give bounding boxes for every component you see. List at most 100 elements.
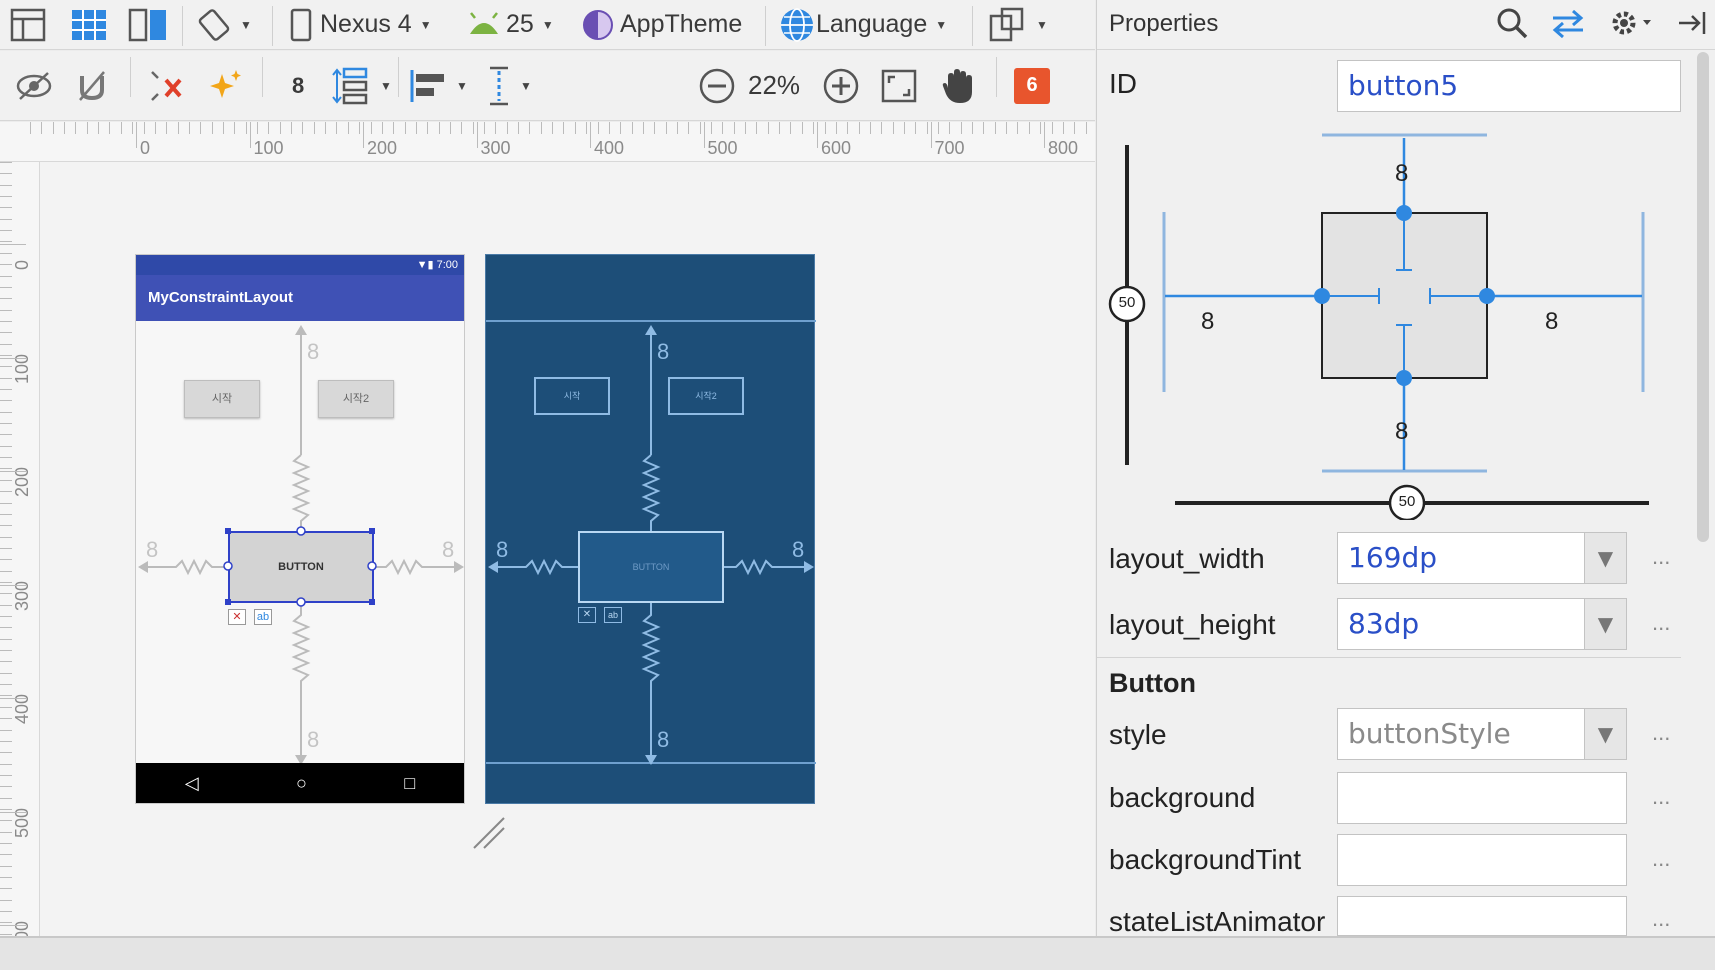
ruler-tick	[0, 584, 26, 586]
ruler-minor-tick	[0, 275, 12, 277]
zoom-in-icon	[823, 68, 859, 103]
ruler-minor-tick	[813, 122, 815, 134]
vertical-bias-value[interactable]: 50	[1114, 294, 1140, 311]
swap-view-icon[interactable]	[1549, 6, 1587, 48]
baseline-icon[interactable]: ab	[254, 609, 272, 625]
state-list-animator-more[interactable]: ...	[1652, 906, 1670, 932]
infer-constraints-button[interactable]	[204, 51, 244, 120]
dropdown-arrow-icon[interactable]: ▼	[1584, 533, 1626, 583]
state-list-animator-field[interactable]	[1337, 896, 1627, 936]
orientation-button[interactable]: ▼	[196, 0, 252, 49]
margin-top-value[interactable]: 8	[1395, 160, 1408, 188]
ruler-minor-tick	[983, 122, 985, 134]
start2-button[interactable]: 시작2	[318, 380, 394, 418]
layout-height-more[interactable]: ...	[1652, 610, 1670, 636]
ruler-minor-tick	[0, 389, 12, 390]
ruler-minor-tick	[745, 122, 747, 134]
style-dropdown[interactable]: buttonStyle ▼	[1337, 708, 1627, 760]
margin-right-value[interactable]: 8	[1545, 308, 1558, 336]
autoconnect-button[interactable]	[74, 51, 110, 120]
blueprint-view-icon[interactable]	[70, 0, 108, 49]
search-icon[interactable]	[1495, 6, 1529, 48]
api-level-selector[interactable]: 25 ▼	[466, 0, 554, 49]
default-margin-button[interactable]: 8	[292, 51, 304, 120]
background-tint-more[interactable]: ...	[1652, 846, 1670, 872]
constraint-inspector[interactable]	[1107, 120, 1667, 520]
gear-icon[interactable]	[1609, 6, 1653, 48]
style-more[interactable]: ...	[1652, 720, 1670, 746]
show-constraints-button[interactable]	[14, 51, 54, 120]
background-more[interactable]: ...	[1652, 784, 1670, 810]
blueprint-selected-button[interactable]: BUTTON	[578, 531, 724, 603]
ruler-minor-tick	[801, 122, 803, 134]
editor-toolbar-top: ▼ Nexus 4 ▼ 25 ▼ AppTheme Language ▼ ▼	[0, 0, 1095, 50]
align-button[interactable]: ▼	[408, 51, 468, 120]
clear-constraints-button[interactable]	[146, 51, 186, 120]
zoom-in-button[interactable]	[822, 51, 860, 120]
language-label: Language	[816, 10, 928, 38]
layout-width-dropdown[interactable]: 169dp ▼	[1337, 532, 1627, 584]
resize-handle-icon[interactable]	[470, 812, 510, 852]
pan-button[interactable]	[940, 51, 976, 120]
selected-button[interactable]: BUTTON	[228, 531, 374, 603]
toolbar-divider	[262, 57, 263, 97]
margin-bottom-value[interactable]: 8	[1395, 418, 1408, 446]
language-selector[interactable]: Language ▼	[778, 0, 947, 49]
blueprint-surface[interactable]: 시작 시작2 BUTTON 8 8 8 8 ✕ ab	[485, 254, 816, 804]
theme-selector[interactable]: AppTheme	[580, 0, 742, 49]
pack-button[interactable]: ▼	[332, 51, 392, 120]
ruler-minor-tick	[0, 922, 12, 924]
design-surface[interactable]: ▼▮ 7:00 MyConstraintLayout 시작 시작2 8 8 8 …	[135, 254, 465, 804]
layout-width-more[interactable]: ...	[1652, 544, 1670, 570]
ruler-minor-tick	[903, 122, 905, 134]
ruler-minor-tick	[0, 854, 12, 856]
issues-button[interactable]: 6	[1014, 51, 1050, 120]
dropdown-arrow-icon[interactable]: ▼	[1584, 599, 1626, 649]
margin-left-value[interactable]: 8	[1201, 308, 1214, 336]
hide-panel-icon[interactable]	[1675, 6, 1709, 48]
zoom-to-fit-button[interactable]	[880, 51, 918, 120]
dropdown-arrow-icon[interactable]: ▼	[1584, 709, 1626, 759]
ruler-tick	[0, 811, 26, 813]
ruler-minor-tick	[869, 122, 871, 134]
ruler-tick	[590, 122, 591, 148]
design-view-icon[interactable]	[10, 0, 46, 49]
margin-label-bottom: 8	[307, 727, 320, 752]
ruler-minor-tick	[699, 122, 701, 134]
bp-delete-constraints-icon[interactable]: ✕	[578, 607, 596, 623]
chevron-down-icon: ▼	[240, 17, 252, 32]
ruler-minor-tick	[381, 122, 383, 134]
ruler-minor-tick	[0, 831, 12, 833]
properties-scrollbar[interactable]	[1697, 52, 1709, 542]
bp-baseline-icon[interactable]: ab	[604, 607, 622, 623]
ruler-tick	[363, 122, 364, 148]
blueprint-start2-button[interactable]: 시작2	[668, 377, 744, 415]
ruler-tick	[703, 122, 705, 148]
ruler-v-label: 600	[12, 920, 32, 936]
blueprint-start-button[interactable]: 시작	[534, 377, 610, 415]
ruler-minor-tick	[0, 843, 12, 844]
delete-constraints-icon[interactable]: ✕	[228, 609, 246, 625]
design-blueprint-view-icon[interactable]	[128, 0, 168, 49]
ruler-minor-tick	[188, 122, 190, 134]
ruler-minor-tick	[0, 899, 12, 901]
horizontal-bias-value[interactable]: 50	[1394, 493, 1420, 510]
ruler-tick	[0, 698, 26, 699]
guidelines-button[interactable]: ▼	[486, 51, 532, 120]
zoom-out-button[interactable]	[698, 51, 736, 120]
layout-height-value: 83dp	[1348, 607, 1420, 640]
start-button[interactable]: 시작	[184, 380, 260, 418]
design-canvas[interactable]: 0 100 200 300 400 500 600 700 800 0 100 200 300 400 5…	[0, 122, 1095, 936]
bp-margin-label-bottom: 8	[657, 727, 670, 752]
device-selector[interactable]: Nexus 4 ▼	[288, 0, 432, 49]
ruler-minor-tick	[0, 661, 12, 663]
layout-variants-button[interactable]: ▼	[988, 0, 1048, 49]
background-field[interactable]	[1337, 772, 1627, 824]
layout-height-dropdown[interactable]: 83dp ▼	[1337, 598, 1627, 650]
id-field[interactable]: button5	[1337, 60, 1681, 112]
background-tint-field[interactable]	[1337, 834, 1627, 886]
ruler-minor-tick	[415, 122, 417, 134]
ruler-minor-tick	[847, 122, 849, 134]
properties-panel: Properties ID button5 8 8 8 8 50 50 layo…	[1096, 0, 1715, 937]
ruler-minor-tick	[0, 672, 12, 674]
